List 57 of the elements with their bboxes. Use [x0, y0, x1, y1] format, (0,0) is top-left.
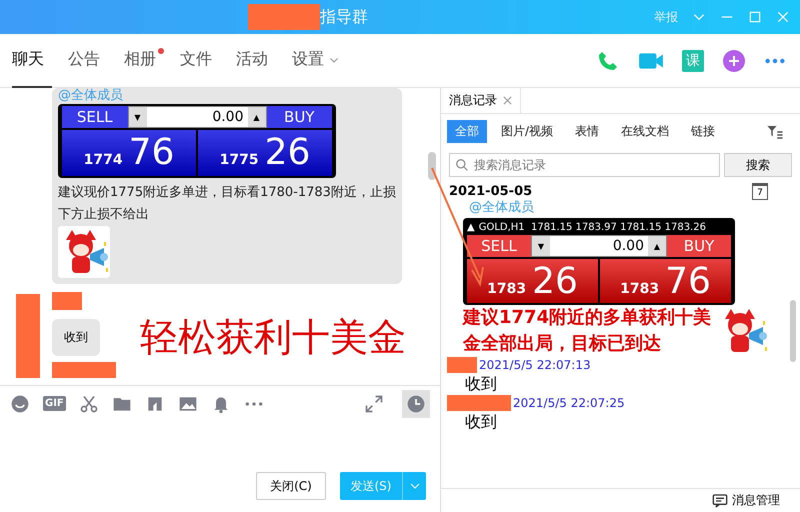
message-time: 2021/5/5 22:07:25: [513, 396, 625, 410]
sell-label: SELL: [62, 106, 128, 128]
filter-tab[interactable]: 表情: [567, 120, 608, 143]
history-tab[interactable]: 消息记录: [441, 88, 521, 113]
redaction-block: [447, 395, 511, 411]
message-text: 收到: [464, 411, 498, 433]
message-text: 收到: [464, 373, 498, 395]
message-time: 2021/5/5 22:07:13: [479, 358, 591, 372]
tab[interactable]: 相册: [124, 34, 164, 88]
smiley-icon[interactable]: [10, 394, 30, 414]
search-button[interactable]: 搜索: [724, 153, 792, 177]
tab[interactable]: 活动: [236, 34, 276, 88]
maximize-icon[interactable]: [748, 10, 762, 24]
calendar-icon[interactable]: 7: [752, 183, 768, 200]
message-bubble: 收到: [52, 319, 100, 356]
overlay-caption: 轻松获利十美金: [140, 314, 406, 361]
scrollbar-thumb[interactable]: [790, 300, 796, 362]
tab[interactable]: 公告: [68, 34, 108, 88]
window-title: 指导群: [320, 6, 368, 28]
filter-tab[interactable]: 链接: [683, 120, 724, 143]
clock-icon: [406, 394, 426, 414]
search-field[interactable]: 搜索消息记录: [449, 153, 720, 177]
ask-price: 1783 76: [600, 259, 731, 303]
filter-tab[interactable]: 在线文档: [613, 120, 678, 143]
redaction-block: [52, 362, 116, 378]
gif-icon[interactable]: GIF: [43, 396, 66, 411]
bid-price: 1783 26: [467, 259, 598, 303]
filter-tab[interactable]: 图片/视频: [493, 120, 562, 143]
tab[interactable]: 文件: [180, 34, 220, 88]
scissors-icon[interactable]: [78, 394, 99, 414]
close-icon[interactable]: [503, 96, 512, 105]
buy-label: BUY: [667, 235, 731, 257]
bid-price: 1774 76: [62, 130, 196, 176]
lot-field: ▼ 0.00 ▲: [128, 106, 266, 128]
expand-icon[interactable]: [364, 394, 384, 414]
message-text: 建议1774附近的多单获利十美金全部出局，目标已到达: [463, 306, 712, 356]
lot-field: ▼ 0.00 ▲: [531, 235, 667, 257]
mention-text: @全体成员: [468, 200, 535, 216]
ask-price: 1775 26: [198, 130, 332, 176]
buy-label: BUY: [266, 106, 332, 128]
scrollbar-thumb[interactable]: [428, 152, 436, 180]
message-text: 建议现价1775附近多单进，目标看1780-1783附近，止损下方止损不给出: [58, 184, 396, 224]
search-icon: [455, 158, 469, 172]
redaction-block: [447, 357, 477, 373]
manage-messages-link[interactable]: 消息管理: [732, 492, 780, 509]
history-button[interactable]: [402, 390, 430, 418]
tab[interactable]: 聊天: [12, 34, 52, 88]
mention-text: @全体成员: [58, 88, 124, 104]
sell-label: SELL: [467, 235, 531, 257]
add-icon[interactable]: [722, 48, 746, 72]
close-button[interactable]: 关闭(C): [256, 472, 326, 500]
tab[interactable]: 设置: [292, 34, 348, 88]
message-icon[interactable]: [712, 492, 728, 508]
redaction-block: [248, 4, 320, 30]
chart-header: ▲ GOLD,H1 1781.15 1783.97 1781.15 1783.26: [467, 221, 707, 235]
date-heading: 2021-05-05: [449, 184, 532, 199]
redaction-block: [52, 292, 82, 310]
